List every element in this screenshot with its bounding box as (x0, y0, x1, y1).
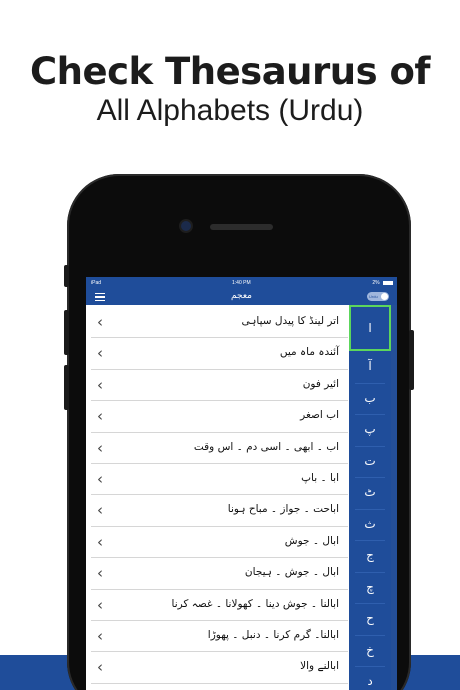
list-item-label: ابالنے والا (300, 660, 339, 673)
app-screen: iPad 1:40 PM 2% معجم Urdu ‹ اتر لینڈ کا پ… (86, 277, 397, 690)
list-item-label: اب اصغر (300, 409, 339, 422)
alphabet-letter[interactable]: خ (349, 643, 391, 663)
earpiece-speaker (210, 224, 273, 230)
status-bar: iPad 1:40 PM 2% (86, 277, 397, 288)
alphabet-index: ا آبپتٹثجچحخد (349, 305, 397, 690)
alphabet-divider (355, 477, 385, 478)
list-item[interactable]: ‹ ابالنے والا (91, 652, 348, 684)
alphabet-divider (355, 382, 385, 384)
alphabet-letter[interactable]: ب (349, 391, 391, 411)
list-item[interactable]: ‹ ابال ۔ جوش ۔ ہیجان (91, 558, 348, 590)
alphabet-letter[interactable]: د (349, 674, 391, 690)
chevron-left-icon: ‹ (97, 313, 103, 331)
list-item-label: ابال ۔ جوش (284, 534, 339, 547)
list-item[interactable]: ‹ ابالنا۔ گرم کرنا ۔ دنبل ۔ پھوڑا (91, 620, 348, 653)
alphabet-letter[interactable]: ٹ (349, 485, 391, 505)
battery-icon (383, 280, 393, 285)
alphabet-divider (355, 540, 385, 541)
chevron-left-icon: ‹ (97, 344, 103, 363)
list-item[interactable]: ‹ ابال ۔ جوش (91, 526, 348, 559)
alphabet-divider (355, 634, 385, 636)
status-time: 1:40 PM (232, 280, 251, 286)
alphabet-letter[interactable]: ح (349, 611, 391, 631)
promo-headline-line2: All Alphabets (Urdu) (96, 94, 364, 127)
list-item[interactable]: ‹ اب اصغر (91, 401, 348, 433)
nav-title: معجم (231, 291, 252, 301)
nav-bar: معجم Urdu (86, 288, 397, 305)
battery-status: 2% (372, 280, 393, 286)
alphabet-scroll-edge (391, 305, 397, 690)
mute-switch (64, 265, 69, 287)
carrier-label: iPad (91, 280, 102, 286)
list-item[interactable]: ‹ ابا ۔ باپ (91, 463, 348, 496)
alphabet-letter[interactable]: ث (349, 517, 391, 537)
alphabet-divider (355, 666, 385, 667)
chevron-left-icon: ‹ (97, 469, 103, 488)
word-list: ‹ اتر لینڈ کا پیدل سپاہی ‹ آئندہ ماہ میں ‹ ائ… (91, 307, 348, 684)
chevron-left-icon: ‹ (97, 595, 103, 614)
list-item-label: ابا ۔ باپ (301, 471, 339, 484)
list-item[interactable]: ‹ اب ۔ ابھی ۔ اسی دم ۔ اس وقت (91, 432, 348, 464)
alphabet-letter[interactable]: چ (349, 580, 391, 600)
list-item[interactable]: ‹ ائیر فون (91, 369, 348, 402)
chevron-left-icon: ‹ (97, 407, 103, 426)
promo-headline-line1: Check Thesaurus of (29, 50, 431, 93)
alphabet-letter[interactable]: ت (349, 454, 391, 474)
power-button (409, 330, 414, 390)
chevron-left-icon: ‹ (97, 501, 103, 520)
alphabet-letter[interactable]: ج (349, 548, 391, 568)
alphabet-divider (355, 508, 385, 510)
toggle-knob (381, 293, 388, 300)
alphabet-letter[interactable]: آ (349, 359, 391, 379)
chevron-left-icon: ‹ (97, 564, 103, 583)
list-item-label: اب ۔ ابھی ۔ اسی دم ۔ اس وقت (193, 440, 339, 453)
list-item[interactable]: ‹ ابالنا ۔ جوش دینا ۔ کھولانا ۔ غصہ کرنا (91, 589, 348, 621)
list-item-label: ائیر فون (302, 377, 339, 390)
list-item-label: ابالنا۔ گرم کرنا ۔ دنبل ۔ پھوڑا (207, 628, 339, 641)
list-item-label: ابال ۔ جوش ۔ ہیجان (244, 566, 339, 579)
alphabet-divider (355, 414, 385, 415)
battery-percent: 2% (372, 280, 380, 286)
chevron-left-icon: ‹ (97, 626, 103, 645)
toggle-label: Urdu (369, 294, 378, 299)
list-item-label: اتر لینڈ کا پیدل سپاہی (241, 315, 339, 327)
alphabet-letter-selected[interactable]: ا (349, 305, 391, 351)
alphabet-divider (355, 603, 385, 604)
chevron-left-icon: ‹ (97, 532, 103, 551)
list-item[interactable]: ‹ آئندہ ماہ میں (91, 338, 348, 370)
volume-up-button (64, 310, 69, 355)
chevron-left-icon: ‹ (97, 658, 103, 677)
front-camera (181, 221, 191, 231)
list-item-label: ابالنا ۔ جوش دینا ۔ کھولانا ۔ غصہ کرنا (171, 597, 340, 610)
alphabet-letter[interactable]: پ (349, 422, 391, 442)
language-toggle[interactable]: Urdu (367, 292, 389, 301)
volume-down-button (64, 365, 69, 410)
list-item[interactable]: ‹ اباحت ۔ جواز ۔ مباح ہونا (91, 495, 348, 527)
alphabet-letter-label: ا (368, 321, 372, 335)
list-item-label: اباحت ۔ جواز ۔ مباح ہونا (227, 503, 339, 516)
chevron-left-icon: ‹ (97, 375, 103, 394)
list-item-label: آئندہ ماہ میں (279, 346, 339, 359)
alphabet-divider (355, 571, 385, 573)
list-item[interactable]: ‹ اتر لینڈ کا پیدل سپاہی (91, 307, 348, 339)
chevron-left-icon: ‹ (97, 438, 103, 457)
alphabet-divider (355, 445, 385, 447)
